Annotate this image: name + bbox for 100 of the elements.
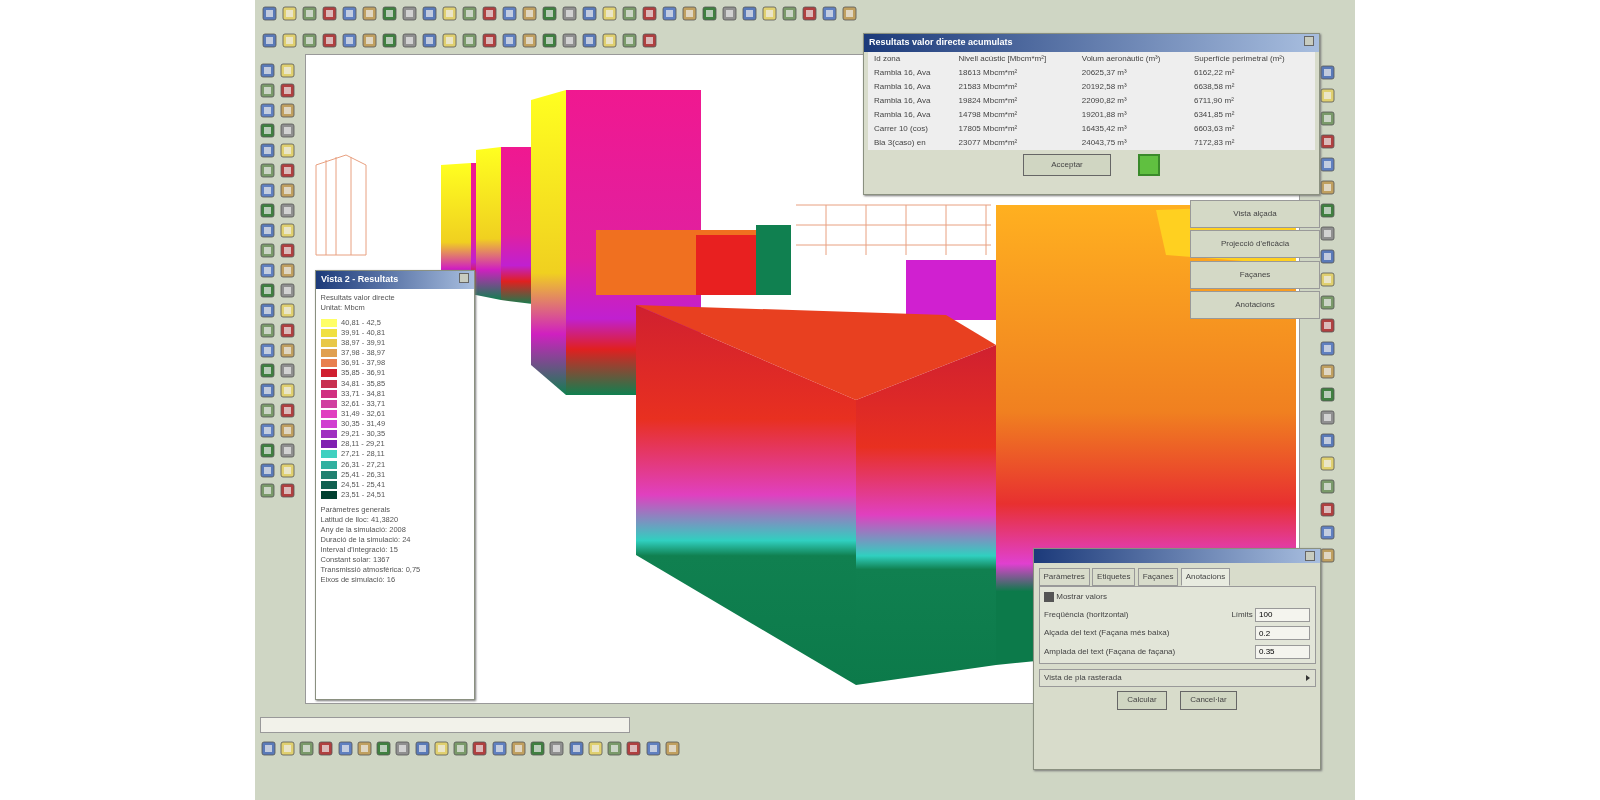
toolbar-icon[interactable] <box>279 182 296 199</box>
toolbar-icon[interactable] <box>461 32 478 49</box>
toolbar-icon[interactable] <box>1319 409 1336 426</box>
toolbar-icon[interactable] <box>521 5 538 22</box>
toolbar-icon[interactable] <box>259 362 276 379</box>
toolbar-icon[interactable] <box>279 342 296 359</box>
toolbar-icon[interactable] <box>1319 478 1336 495</box>
toolbar-icon[interactable] <box>641 32 658 49</box>
toolbar-icon[interactable] <box>541 32 558 49</box>
view-option-button[interactable]: Projecció d'eficàcia <box>1190 230 1320 259</box>
toolbar-icon[interactable] <box>1319 455 1336 472</box>
toolbar-icon[interactable] <box>625 740 643 757</box>
toolbar-icon[interactable] <box>1319 524 1336 541</box>
toolbar-icon[interactable] <box>1319 64 1336 81</box>
toolbar-icon[interactable] <box>375 740 392 757</box>
toolbar-icon[interactable] <box>279 302 296 319</box>
toolbar-icon[interactable] <box>279 202 296 219</box>
toolbar-icon[interactable] <box>381 5 398 22</box>
toolbar-icon[interactable] <box>567 740 585 757</box>
toolbar-icon[interactable] <box>621 32 638 49</box>
toolbar-icon[interactable] <box>336 740 354 757</box>
toolbar-icon[interactable] <box>586 740 604 757</box>
toolbar-icon[interactable] <box>621 5 638 22</box>
toolbar-icon[interactable] <box>279 62 296 79</box>
toolbar-icon[interactable] <box>261 32 278 49</box>
toolbar-icon[interactable] <box>561 5 578 22</box>
toolbar-icon[interactable] <box>681 5 698 22</box>
toolbar-icon[interactable] <box>321 32 338 49</box>
toolbar-icon[interactable] <box>1319 432 1336 449</box>
toolbar-icon[interactable] <box>644 740 662 757</box>
dialog-tab[interactable]: Façanes <box>1137 567 1179 586</box>
toolbar-icon[interactable] <box>281 5 298 22</box>
toolbar-icon[interactable] <box>361 32 378 49</box>
toolbar-icon[interactable] <box>259 302 276 319</box>
toolbar-icon[interactable] <box>279 422 296 439</box>
close-icon[interactable] <box>1304 36 1314 46</box>
toolbar-icon[interactable] <box>1319 271 1336 288</box>
toolbar-icon[interactable] <box>259 462 276 479</box>
toolbar-icon[interactable] <box>279 402 296 419</box>
toolbar-icon[interactable] <box>259 342 276 359</box>
toolbar-icon[interactable] <box>521 32 538 49</box>
toolbar-icon[interactable] <box>279 222 296 239</box>
toolbar-icon[interactable] <box>1319 202 1336 219</box>
toolbar-icon[interactable] <box>301 32 318 49</box>
toolbar-icon[interactable] <box>1319 386 1336 403</box>
toolbar-icon[interactable] <box>381 32 398 49</box>
toolbar-icon[interactable] <box>259 282 276 299</box>
toolbar-icon[interactable] <box>781 5 798 22</box>
toolbar-icon[interactable] <box>741 5 758 22</box>
export-icon[interactable] <box>1137 154 1160 176</box>
toolbar-icon[interactable] <box>321 5 338 22</box>
toolbar-icon[interactable] <box>501 32 518 49</box>
dialog-tab[interactable]: Anotacions <box>1180 567 1231 586</box>
view-option-button[interactable]: Anotacions <box>1190 290 1320 319</box>
toolbar-icon[interactable] <box>421 5 438 22</box>
toolbar-icon[interactable] <box>1319 110 1336 127</box>
toolbar-icon[interactable] <box>259 262 276 279</box>
toolbar-icon[interactable] <box>821 5 838 22</box>
toolbar-icon[interactable] <box>581 5 598 22</box>
toolbar-icon[interactable] <box>298 740 315 757</box>
toolbar-icon[interactable] <box>541 5 558 22</box>
toolbar-icon[interactable] <box>529 740 546 757</box>
dialog-button[interactable]: Cancel·lar <box>1180 691 1237 710</box>
toolbar-icon[interactable] <box>1319 317 1336 334</box>
toolbar-icon[interactable] <box>548 740 566 757</box>
dialog-button[interactable]: Calcular <box>1117 691 1167 710</box>
toolbar-icon[interactable] <box>401 5 418 22</box>
toolbar-icon[interactable] <box>1319 547 1336 564</box>
toolbar-icon[interactable] <box>341 32 358 49</box>
toolbar-icon[interactable] <box>1319 340 1336 357</box>
toolbar-icon[interactable] <box>259 402 276 419</box>
view-option-button[interactable]: Façanes <box>1190 260 1320 289</box>
dialog-tab[interactable]: Paràmetres <box>1038 567 1090 586</box>
toolbar-icon[interactable] <box>441 5 458 22</box>
toolbar-icon[interactable] <box>801 5 818 22</box>
toolbar-icon[interactable] <box>601 5 618 22</box>
toolbar-icon[interactable] <box>259 142 276 159</box>
view-dropdown[interactable]: Vista de pla rasterada <box>1038 668 1316 687</box>
toolbar-icon[interactable] <box>394 740 412 757</box>
toolbar-icon[interactable] <box>441 32 458 49</box>
view-option-button[interactable]: Vista alçada <box>1190 200 1320 228</box>
toolbar-icon[interactable] <box>1319 87 1336 104</box>
toolbar-icon[interactable] <box>1319 225 1336 242</box>
toolbar-icon[interactable] <box>413 740 431 757</box>
toolbar-icon[interactable] <box>259 322 276 339</box>
toolbar-icon[interactable] <box>279 382 296 399</box>
toolbar-icon[interactable] <box>561 32 578 49</box>
toolbar-icon[interactable] <box>490 740 508 757</box>
toolbar-icon[interactable] <box>663 740 681 757</box>
toolbar-icon[interactable] <box>341 5 358 22</box>
toolbar-icon[interactable] <box>259 102 276 119</box>
command-line-field[interactable] <box>259 717 630 733</box>
toolbar-icon[interactable] <box>452 740 469 757</box>
toolbar-icon[interactable] <box>841 5 858 22</box>
toolbar-icon[interactable] <box>501 5 518 22</box>
toolbar-icon[interactable] <box>279 242 296 259</box>
toolbar-icon[interactable] <box>701 5 718 22</box>
toolbar-icon[interactable] <box>1319 363 1336 380</box>
toolbar-icon[interactable] <box>259 122 276 139</box>
toolbar-icon[interactable] <box>279 142 296 159</box>
